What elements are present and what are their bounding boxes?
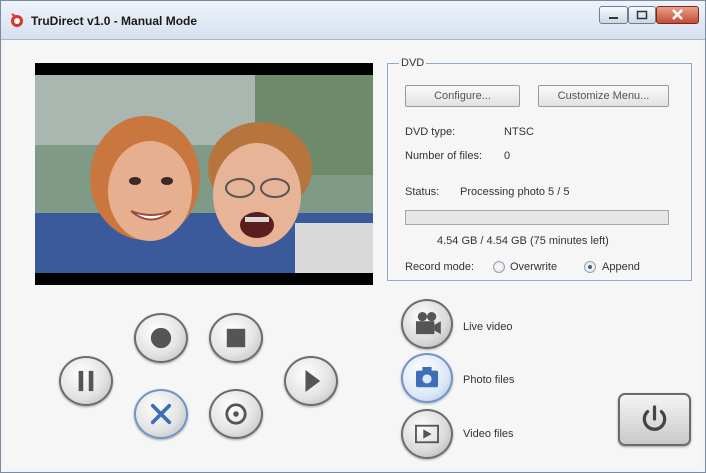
number-of-files-label: Number of files:: [405, 150, 483, 162]
window-title: TruDirect v1.0 - Manual Mode: [31, 14, 198, 28]
stop-button[interactable]: [209, 313, 263, 363]
power-button[interactable]: [618, 393, 691, 446]
record-button[interactable]: [134, 313, 188, 363]
live-video-label[interactable]: Live video: [463, 321, 513, 333]
dvd-type-label: DVD type:: [405, 126, 456, 138]
app-window: TruDirect v1.0 - Manual Mode DVD Configu…: [0, 0, 706, 473]
record-mode-label: Record mode:: [405, 261, 475, 273]
record-icon: [150, 327, 172, 349]
film-frame-icon: [415, 424, 439, 444]
customize-menu-button[interactable]: Customize Menu...: [538, 85, 669, 107]
pause-button[interactable]: [59, 356, 113, 406]
video-camera-icon: [415, 312, 441, 335]
append-radio[interactable]: [584, 261, 596, 273]
photo-files-button[interactable]: [401, 353, 453, 403]
live-video-button[interactable]: [401, 299, 453, 349]
video-files-button[interactable]: [401, 409, 453, 459]
photo-camera-icon: [415, 366, 439, 388]
progress-bar: [405, 210, 669, 225]
close-button[interactable]: [656, 6, 699, 24]
append-radio-selected-dot: [588, 265, 592, 269]
power-icon: [642, 405, 667, 431]
title-bar[interactable]: TruDirect v1.0 - Manual Mode: [1, 1, 705, 40]
maximize-button[interactable]: [628, 6, 656, 24]
append-radio-label[interactable]: Append: [602, 261, 640, 273]
disc-space-text: 4.54 GB / 4.54 GB (75 minutes left): [437, 235, 609, 247]
eject-disc-button[interactable]: [209, 389, 263, 439]
disc-icon: [225, 403, 247, 425]
cancel-x-icon: [150, 403, 172, 425]
minimize-icon: [609, 17, 618, 19]
status-value: Processing photo 5 / 5: [460, 186, 570, 198]
video-preview: [35, 63, 373, 285]
minimize-button[interactable]: [599, 6, 628, 24]
photo-files-label[interactable]: Photo files: [463, 374, 514, 386]
play-button[interactable]: [284, 356, 338, 406]
video-files-label[interactable]: Video files: [463, 428, 514, 440]
app-logo-icon: [11, 13, 23, 27]
stop-icon: [226, 328, 246, 348]
dvd-type-value: NTSC: [504, 126, 534, 138]
preview-photo: [35, 63, 373, 285]
pause-icon: [78, 370, 94, 392]
maximize-icon: [636, 10, 648, 20]
dvd-group-legend: DVD: [399, 57, 427, 69]
overwrite-radio-label[interactable]: Overwrite: [510, 261, 557, 273]
overwrite-radio[interactable]: [493, 261, 505, 273]
close-icon: [672, 9, 683, 20]
play-icon: [305, 369, 321, 393]
configure-button[interactable]: Configure...: [405, 85, 520, 107]
status-label: Status:: [405, 186, 440, 198]
number-of-files-value: 0: [504, 150, 511, 162]
cancel-button[interactable]: [134, 389, 188, 439]
